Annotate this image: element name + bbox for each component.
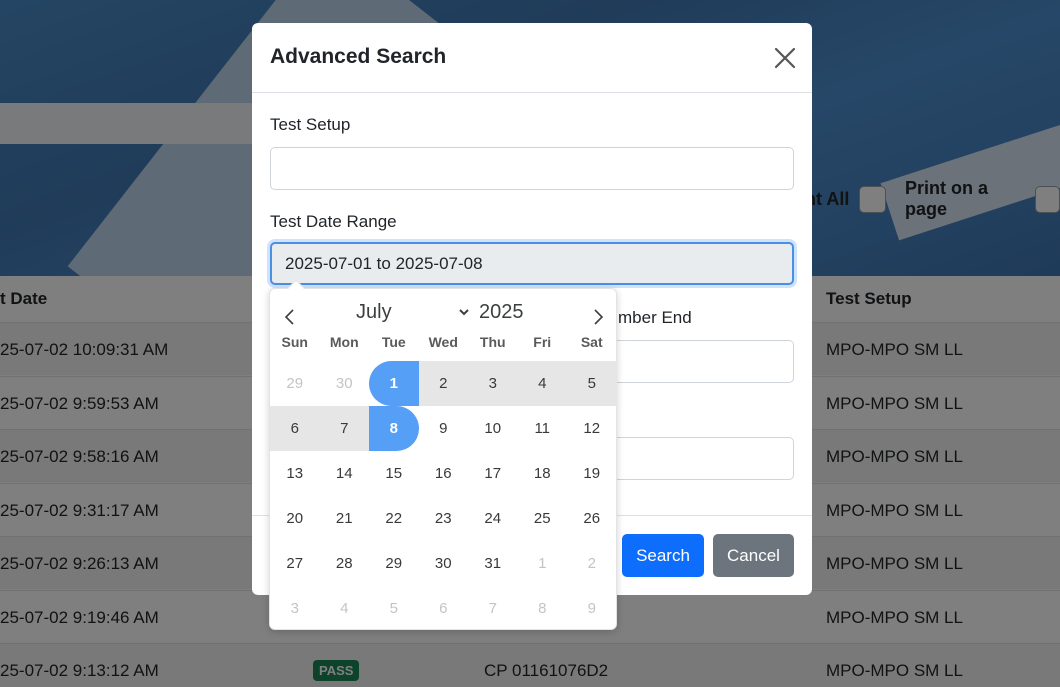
weekday-label: Thu: [479, 334, 506, 350]
chevron-left-icon: [284, 309, 294, 325]
calendar-day[interactable]: 1: [518, 541, 568, 586]
weekday-header: Sun Mon Tue Wed Thu Fri Sat: [270, 334, 618, 356]
serial-number-end-input[interactable]: [612, 340, 794, 383]
test-date-range-label: Test Date Range: [270, 212, 397, 231]
year-input[interactable]: 2025: [479, 301, 524, 324]
serial-number-end-label: mber End: [618, 308, 692, 327]
calendar-day[interactable]: 18: [518, 451, 568, 496]
chevron-down-icon: [459, 309, 469, 316]
calendar-day[interactable]: 30: [419, 541, 469, 586]
calendar-day[interactable]: 11: [518, 406, 568, 451]
calendar-day[interactable]: 28: [320, 541, 370, 586]
calendar-day[interactable]: 3: [270, 586, 320, 631]
calendar-day[interactable]: 22: [369, 496, 419, 541]
calendar-day[interactable]: 17: [468, 451, 518, 496]
close-button[interactable]: [772, 45, 798, 71]
additional-filter-input[interactable]: [612, 437, 794, 480]
calendar-day[interactable]: 4: [517, 361, 567, 406]
calendar-day[interactable]: 7: [319, 406, 369, 451]
date-range-picker: July 2025 Sun Mon Tue Wed Thu Fri Sat 29 30 1 2 3 4…: [269, 279, 618, 631]
test-date-range-input[interactable]: 2025-07-01 to 2025-07-08: [270, 242, 794, 285]
calendar-day[interactable]: 7: [468, 586, 518, 631]
calendar-day[interactable]: 8: [518, 586, 568, 631]
calendar-day[interactable]: 12: [567, 406, 617, 451]
calendar-day[interactable]: 2: [567, 541, 617, 586]
calendar-day[interactable]: 26: [567, 496, 617, 541]
search-button[interactable]: Search: [622, 534, 704, 577]
calendar-day[interactable]: 6: [270, 406, 320, 451]
weekday-label: Tue: [381, 334, 406, 350]
calendar-day[interactable]: 31: [468, 541, 518, 586]
calendar-day[interactable]: 9: [419, 406, 469, 451]
test-setup-label: Test Setup: [270, 115, 351, 134]
next-month-button[interactable]: [586, 305, 610, 329]
calendar-day[interactable]: 4: [320, 586, 370, 631]
calendar-day[interactable]: 14: [320, 451, 370, 496]
calendar-day[interactable]: 19: [567, 451, 617, 496]
calendar-day[interactable]: 3: [468, 361, 518, 406]
calendar-day[interactable]: 2: [418, 361, 468, 406]
range-start-day[interactable]: 1: [369, 361, 419, 406]
calendar-day[interactable]: 13: [270, 451, 320, 496]
weekday-label: Sun: [281, 334, 308, 350]
close-icon: [774, 47, 796, 69]
range-end-day[interactable]: 8: [369, 406, 419, 451]
calendar-day[interactable]: 10: [468, 406, 518, 451]
calendar-day[interactable]: 27: [270, 541, 320, 586]
calendar-day[interactable]: 5: [369, 586, 419, 631]
month-select[interactable]: July: [356, 301, 392, 324]
test-setup-input[interactable]: [270, 147, 794, 190]
calendar-day[interactable]: 29: [369, 541, 419, 586]
calendar-day[interactable]: 30: [320, 361, 370, 406]
weekday-label: Mon: [329, 334, 359, 350]
chevron-right-icon: [594, 309, 604, 325]
calendar-day[interactable]: 21: [320, 496, 370, 541]
modal-title: Advanced Search: [270, 45, 447, 68]
weekday-label: Sat: [580, 334, 603, 350]
cancel-button[interactable]: Cancel: [713, 534, 794, 577]
calendar-day[interactable]: 24: [468, 496, 518, 541]
calendar-day[interactable]: 15: [369, 451, 419, 496]
weekday-label: Wed: [428, 334, 458, 350]
calendar-day[interactable]: 20: [270, 496, 320, 541]
weekday-label: Fri: [533, 334, 552, 350]
prev-month-button[interactable]: [278, 305, 302, 329]
calendar-day[interactable]: 9: [567, 586, 617, 631]
calendar-day[interactable]: 5: [567, 361, 617, 406]
calendar-day[interactable]: 23: [419, 496, 469, 541]
modal-header: Advanced Search: [252, 23, 812, 93]
calendar-day[interactable]: 29: [270, 361, 320, 406]
calendar-day[interactable]: 6: [419, 586, 469, 631]
calendar-day[interactable]: 16: [419, 451, 469, 496]
calendar-day[interactable]: 25: [518, 496, 568, 541]
